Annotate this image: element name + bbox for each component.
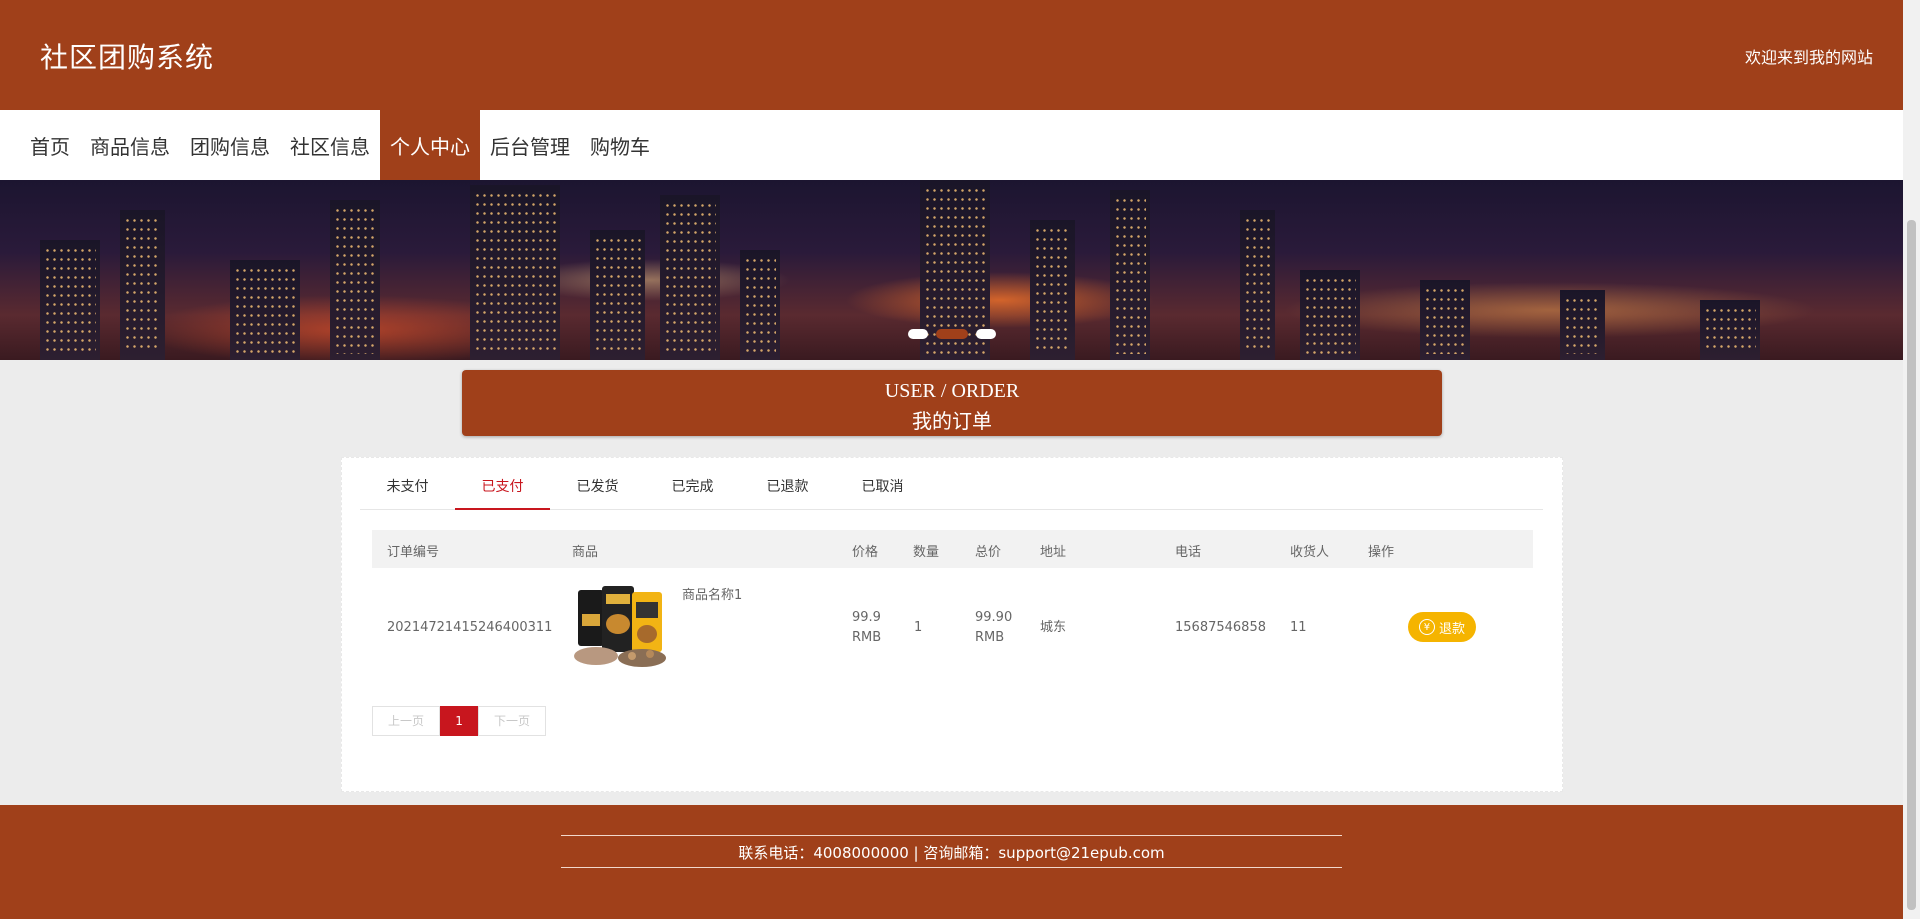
footer-divider-top: [561, 835, 1342, 836]
col-address: 地址: [1040, 545, 1067, 560]
page-title-box: USER / ORDER 我的订单: [462, 370, 1442, 436]
snack-product-image[interactable]: [572, 584, 672, 668]
footer-contact-text: 联系电话：4008000000 | 咨询邮箱：support@21epub.co…: [738, 844, 1165, 862]
receiver-value: 11: [1290, 620, 1307, 635]
page-title-en: USER / ORDER: [884, 380, 1020, 402]
tab-completed[interactable]: 已完成: [645, 472, 740, 510]
nav-cart[interactable]: 购物车: [580, 110, 660, 180]
col-phone: 电话: [1175, 545, 1202, 560]
pagination: 上一页 1 下一页: [372, 706, 547, 736]
prev-page-button[interactable]: 上一页: [372, 706, 441, 736]
site-footer: 联系电话：4008000000 | 咨询邮箱：support@21epub.co…: [0, 805, 1903, 919]
nav-group-buy[interactable]: 团购信息: [180, 110, 280, 180]
total-unit: RMB: [975, 630, 1005, 645]
page-scrollbar[interactable]: [1903, 0, 1920, 919]
price-value: 99.9: [852, 610, 881, 625]
refund-button-label: 退款: [1438, 621, 1465, 637]
main-nav: 首页 商品信息 团购信息 社区信息 个人中心 后台管理 购物车: [0, 110, 1903, 180]
page-number-button[interactable]: 1: [440, 706, 479, 736]
tab-refunded[interactable]: 已退款: [740, 472, 835, 510]
carousel-dot[interactable]: [976, 329, 996, 339]
tab-unpaid[interactable]: 未支付: [360, 472, 455, 510]
tab-cancelled[interactable]: 已取消: [835, 472, 930, 510]
carousel-dot[interactable]: [908, 329, 928, 339]
orders-table: 订单编号 商品 价格 数量 总价 地址 电话 收货人 操作 2021472141…: [372, 530, 1533, 688]
order-status-tabs: 未支付 已支付 已发货 已完成 已退款 已取消: [360, 472, 1543, 510]
scrollbar-thumb[interactable]: [1907, 220, 1916, 910]
quantity-value: 1: [914, 620, 923, 635]
col-order-no: 订单编号: [387, 545, 440, 560]
col-receiver: 收货人: [1290, 545, 1330, 560]
tab-paid[interactable]: 已支付: [455, 472, 550, 510]
site-header: 社区团购系统 欢迎来到我的网站: [0, 0, 1903, 110]
page-title-cn: 我的订单: [912, 409, 992, 433]
nav-home[interactable]: 首页: [20, 110, 80, 180]
carousel-dot-active[interactable]: [936, 329, 968, 339]
carousel-indicators: [908, 329, 996, 339]
refund-button[interactable]: ¥ 退款: [1408, 612, 1476, 642]
next-page-button[interactable]: 下一页: [478, 706, 547, 736]
tab-shipped[interactable]: 已发货: [550, 472, 645, 510]
product-name-link[interactable]: 商品名称1: [682, 586, 742, 606]
col-product: 商品: [572, 545, 599, 560]
address-value: 城东: [1040, 620, 1067, 635]
total-value: 99.90: [975, 610, 1013, 625]
phone-value: 15687546858: [1175, 620, 1266, 635]
price-unit: RMB: [852, 630, 882, 645]
nav-personal-center[interactable]: 个人中心: [380, 110, 480, 180]
welcome-text: 欢迎来到我的网站: [1744, 48, 1873, 67]
footer-divider-bottom: [561, 867, 1342, 868]
col-qty: 数量: [913, 545, 940, 560]
yen-icon: ¥: [1418, 619, 1435, 635]
table-header: 订单编号 商品 价格 数量 总价 地址 电话 收货人 操作: [372, 530, 1533, 568]
site-title: 社区团购系统: [40, 41, 215, 74]
col-total: 总价: [975, 545, 1002, 560]
orders-panel: 未支付 已支付 已发货 已完成 已退款 已取消 订单编号 商品 价格 数量 总价…: [341, 457, 1563, 792]
col-action: 操作: [1368, 545, 1395, 560]
nav-admin[interactable]: 后台管理: [480, 110, 580, 180]
col-price: 价格: [852, 545, 879, 560]
nav-community[interactable]: 社区信息: [280, 110, 380, 180]
order-number: 20214721415246400311: [387, 620, 553, 635]
table-row: 20214721415246400311 商品名称1 99.9 RMB 1 99…: [372, 568, 1533, 688]
nav-products[interactable]: 商品信息: [80, 110, 180, 180]
